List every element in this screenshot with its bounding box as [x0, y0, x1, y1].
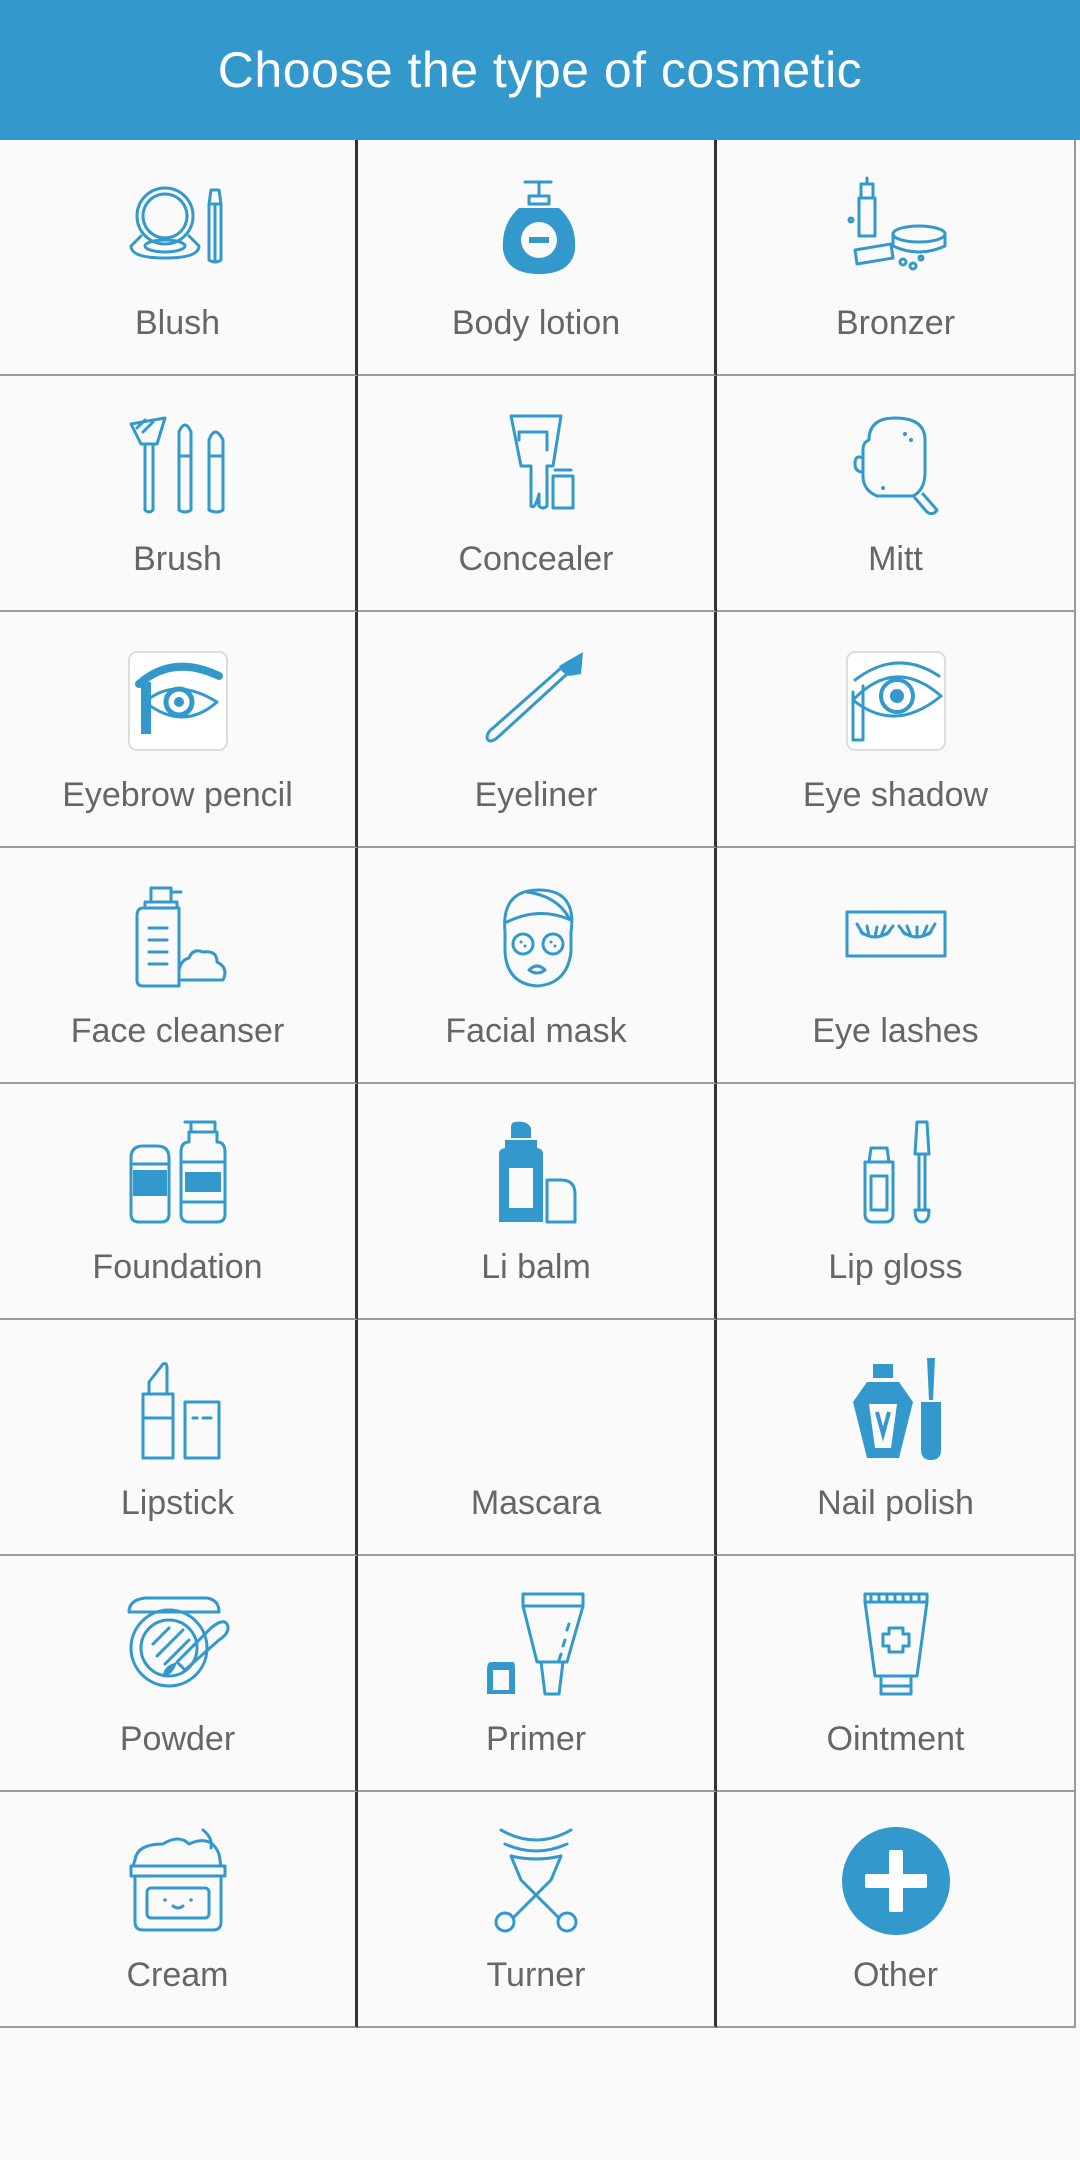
cosmetic-option-ointment[interactable]: Ointment — [717, 1556, 1076, 1792]
brush-icon — [123, 410, 233, 520]
blush-icon — [123, 174, 233, 284]
cosmetic-option-turner[interactable]: Turner — [358, 1792, 717, 2028]
cosmetic-option-label: Brush — [133, 540, 222, 578]
powder-icon — [123, 1590, 233, 1700]
cosmetic-option-eye-lashes[interactable]: Eye lashes — [717, 848, 1076, 1084]
cosmetic-option-other[interactable]: Other — [717, 1792, 1076, 2028]
cosmetic-option-lip-gloss[interactable]: Lip gloss — [717, 1084, 1076, 1320]
cosmetic-option-label: Face cleanser — [70, 1012, 285, 1050]
app-header: Choose the type of cosmetic — [0, 0, 1080, 140]
eye-lashes-icon — [841, 882, 951, 992]
cosmetic-option-nail-polish[interactable]: Nail polish — [717, 1320, 1076, 1556]
lipstick-icon — [123, 1354, 233, 1464]
cosmetic-option-concealer[interactable]: Concealer — [358, 376, 717, 612]
cream-icon — [123, 1826, 233, 1936]
cosmetic-option-primer[interactable]: Primer — [358, 1556, 717, 1792]
cosmetic-option-eye-shadow[interactable]: Eye shadow — [717, 612, 1076, 848]
face-cleanser-icon — [123, 882, 233, 992]
cosmetic-option-cream[interactable]: Cream — [0, 1792, 358, 2028]
cosmetic-option-label: Mitt — [868, 540, 923, 578]
body-lotion-icon — [481, 174, 591, 284]
cosmetic-option-label: Eyebrow pencil — [62, 776, 293, 814]
mascara-icon — [481, 1354, 591, 1464]
page-title: Choose the type of cosmetic — [217, 42, 863, 98]
cosmetic-option-label: Lip gloss — [828, 1248, 963, 1286]
plus-circle-icon — [841, 1826, 951, 1936]
cosmetic-option-label: Eyeliner — [474, 776, 598, 814]
ointment-icon — [841, 1590, 951, 1700]
bronzer-icon — [841, 174, 951, 284]
cosmetic-option-label: Mascara — [470, 1484, 602, 1522]
cosmetic-option-label: Facial mask — [445, 1012, 627, 1050]
eyebrow-pencil-icon — [123, 646, 233, 756]
eyelash-curler-icon — [481, 1826, 591, 1936]
cosmetic-option-label: Ointment — [826, 1720, 965, 1758]
cosmetic-option-label: Turner — [486, 1956, 586, 1994]
lip-gloss-icon — [841, 1118, 951, 1228]
cosmetic-option-foundation[interactable]: Foundation — [0, 1084, 358, 1320]
foundation-icon — [123, 1118, 233, 1228]
cosmetic-option-brush[interactable]: Brush — [0, 376, 358, 612]
cosmetic-option-label: Li balm — [481, 1248, 591, 1286]
mitt-icon — [841, 410, 951, 520]
primer-icon — [481, 1590, 591, 1700]
cosmetic-type-grid: Blush Body lotion Bronzer Brush Concealer Mit… — [0, 140, 1080, 2028]
cosmetic-option-label: Foundation — [92, 1248, 263, 1286]
facial-mask-icon — [481, 882, 591, 992]
cosmetic-option-label: Powder — [119, 1720, 236, 1758]
cosmetic-option-face-cleanser[interactable]: Face cleanser — [0, 848, 358, 1084]
cosmetic-option-mascara[interactable]: Mascara — [358, 1320, 717, 1556]
cosmetic-option-eyeliner[interactable]: Eyeliner — [358, 612, 717, 848]
cosmetic-option-powder[interactable]: Powder — [0, 1556, 358, 1792]
cosmetic-option-label: Cream — [126, 1956, 229, 1994]
cosmetic-option-label: Other — [852, 1956, 939, 1994]
cosmetic-option-label: Eye lashes — [812, 1012, 979, 1050]
cosmetic-option-label: Blush — [134, 304, 221, 342]
cosmetic-option-label: Eye shadow — [802, 776, 989, 814]
cosmetic-option-eyebrow-pencil[interactable]: Eyebrow pencil — [0, 612, 358, 848]
lip-balm-icon — [481, 1118, 591, 1228]
cosmetic-option-label: Body lotion — [451, 304, 621, 342]
nail-polish-icon — [841, 1354, 951, 1464]
cosmetic-option-label: Lipstick — [120, 1484, 235, 1522]
cosmetic-option-label: Primer — [485, 1720, 587, 1758]
cosmetic-option-label: Concealer — [458, 540, 614, 578]
cosmetic-option-bronzer[interactable]: Bronzer — [717, 140, 1076, 376]
cosmetic-option-body-lotion[interactable]: Body lotion — [358, 140, 717, 376]
cosmetic-option-lipstick[interactable]: Lipstick — [0, 1320, 358, 1556]
cosmetic-option-li-balm[interactable]: Li balm — [358, 1084, 717, 1320]
eye-shadow-icon — [841, 646, 951, 756]
concealer-icon — [481, 410, 591, 520]
cosmetic-option-label: Bronzer — [835, 304, 956, 342]
cosmetic-option-label: Nail polish — [817, 1484, 974, 1522]
cosmetic-option-blush[interactable]: Blush — [0, 140, 358, 376]
cosmetic-option-facial-mask[interactable]: Facial mask — [358, 848, 717, 1084]
cosmetic-option-mitt[interactable]: Mitt — [717, 376, 1076, 612]
eyeliner-icon — [481, 646, 591, 756]
